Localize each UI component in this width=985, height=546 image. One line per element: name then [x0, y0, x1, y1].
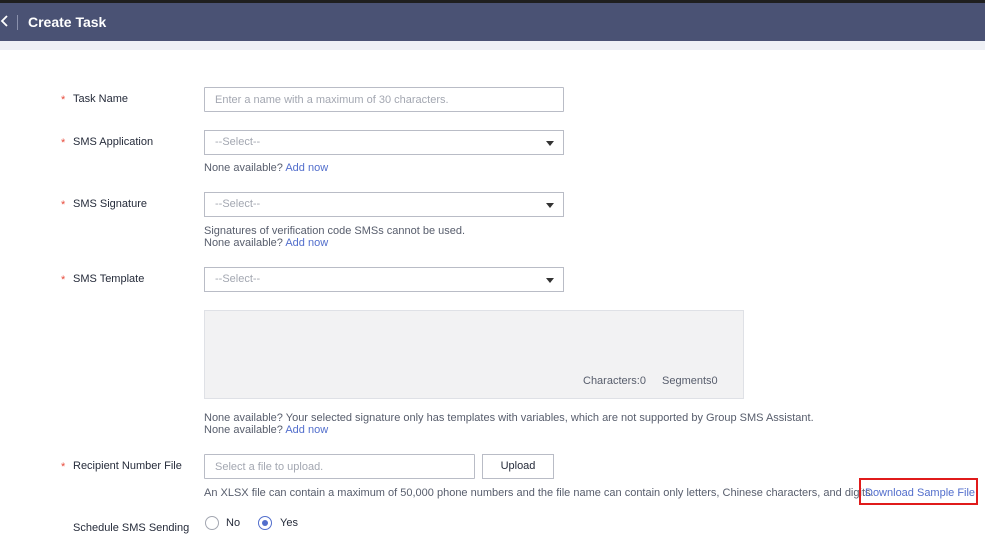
recipient-file-hint: An XLSX file can contain a maximum of 50…: [204, 487, 874, 499]
template-preview-box: Characters:0 Segments0: [204, 310, 744, 399]
chevron-left-icon: [0, 15, 8, 27]
download-sample-file-link[interactable]: Download Sample File: [865, 487, 975, 499]
sms-signature-hint-1: Signatures of verification code SMSs can…: [204, 225, 466, 237]
required-marker: *: [61, 199, 66, 211]
schedule-label: Schedule SMS Sending: [73, 522, 190, 534]
sms-signature-hint-2: None available? Add now: [204, 237, 328, 249]
page-header: Create Task: [0, 3, 985, 41]
recipient-file-label: Recipient Number File: [73, 460, 182, 472]
sms-application-label: SMS Application: [73, 136, 154, 148]
sms-application-value: --Select--: [215, 136, 261, 148]
add-template-link[interactable]: Add now: [285, 424, 328, 436]
segment-count: Segments0: [662, 375, 718, 387]
hint-text: None available?: [204, 424, 283, 436]
schedule-no-radio[interactable]: [205, 516, 219, 530]
caret-down-icon: [546, 278, 554, 283]
caret-down-icon: [546, 203, 554, 208]
sms-signature-select[interactable]: --Select--: [204, 192, 564, 217]
sms-application-hint: None available? Add now: [204, 162, 328, 174]
required-marker: *: [61, 274, 66, 286]
sms-template-hint-1: None available? Your selected signature …: [204, 412, 814, 424]
header-divider: [17, 15, 18, 30]
form-panel: * Task Name * SMS Application --Select--…: [0, 50, 985, 546]
required-marker: *: [61, 94, 66, 106]
character-count: Characters:0: [583, 375, 646, 387]
page-title: Create Task: [28, 14, 107, 30]
sms-template-label: SMS Template: [73, 273, 145, 285]
task-name-label: Task Name: [73, 93, 129, 105]
required-marker: *: [61, 137, 66, 149]
add-application-link[interactable]: Add now: [285, 162, 328, 174]
sms-application-select[interactable]: --Select--: [204, 130, 564, 155]
sms-signature-value: --Select--: [215, 198, 261, 210]
required-marker: *: [61, 461, 66, 473]
sms-template-select[interactable]: --Select--: [204, 267, 564, 292]
hint-text: None available?: [204, 162, 283, 174]
hint-text: None available?: [204, 237, 283, 249]
sms-template-hint-2: None available? Add now: [204, 424, 328, 436]
schedule-yes-radio[interactable]: [258, 516, 272, 530]
back-button[interactable]: [0, 10, 14, 32]
recipient-file-input[interactable]: [204, 454, 475, 479]
schedule-no-label[interactable]: No: [226, 517, 240, 529]
caret-down-icon: [546, 141, 554, 146]
add-signature-link[interactable]: Add now: [285, 237, 328, 249]
sms-template-value: --Select--: [215, 273, 261, 285]
upload-button[interactable]: Upload: [482, 454, 554, 479]
schedule-yes-label[interactable]: Yes: [280, 517, 298, 529]
task-name-input[interactable]: [204, 87, 564, 112]
sms-signature-label: SMS Signature: [73, 198, 147, 210]
